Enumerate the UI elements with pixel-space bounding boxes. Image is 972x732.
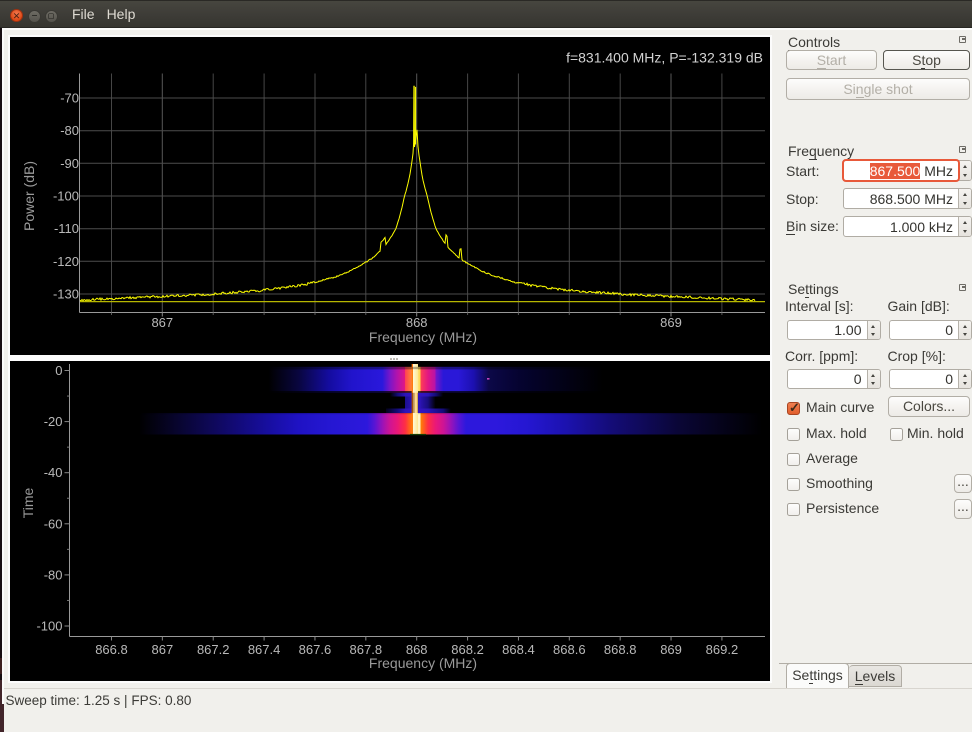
svg-text:-70: -70 [60,91,79,106]
svg-text:-20: -20 [44,414,63,429]
svg-text:-80: -80 [44,567,63,582]
svg-text:868.6: 868.6 [553,642,586,657]
svg-text:867.6: 867.6 [299,642,332,657]
svg-text:867: 867 [151,315,173,330]
svg-text:Frequency (MHz): Frequency (MHz) [369,655,477,671]
svg-text:869: 869 [660,642,682,657]
svg-text:-120: -120 [53,254,79,269]
svg-text:f=831.400 MHz, P=-132.319 dB: f=831.400 MHz, P=-132.319 dB [566,50,763,66]
svg-text:Power (dB): Power (dB) [21,161,37,231]
svg-text:869: 869 [660,315,682,330]
svg-text:-100: -100 [53,189,79,204]
svg-text:869.2: 869.2 [706,642,739,657]
svg-text:867: 867 [151,642,173,657]
svg-text:-100: -100 [36,619,62,634]
svg-text:866.8: 866.8 [95,642,128,657]
svg-text:-130: -130 [53,287,79,302]
svg-text:-110: -110 [54,221,79,236]
svg-text:867.2: 867.2 [197,642,230,657]
svg-text:868: 868 [406,315,428,330]
svg-text:-60: -60 [44,516,63,531]
svg-text:0: 0 [55,363,62,378]
svg-text:-80: -80 [60,123,79,138]
svg-text:868.8: 868.8 [604,642,637,657]
svg-text:867.4: 867.4 [248,642,281,657]
svg-text:-90: -90 [60,156,79,171]
svg-text:868.4: 868.4 [502,642,535,657]
svg-text:-40: -40 [44,465,63,480]
svg-text:Frequency (MHz): Frequency (MHz) [369,329,477,345]
svg-text:Time: Time [20,487,36,518]
